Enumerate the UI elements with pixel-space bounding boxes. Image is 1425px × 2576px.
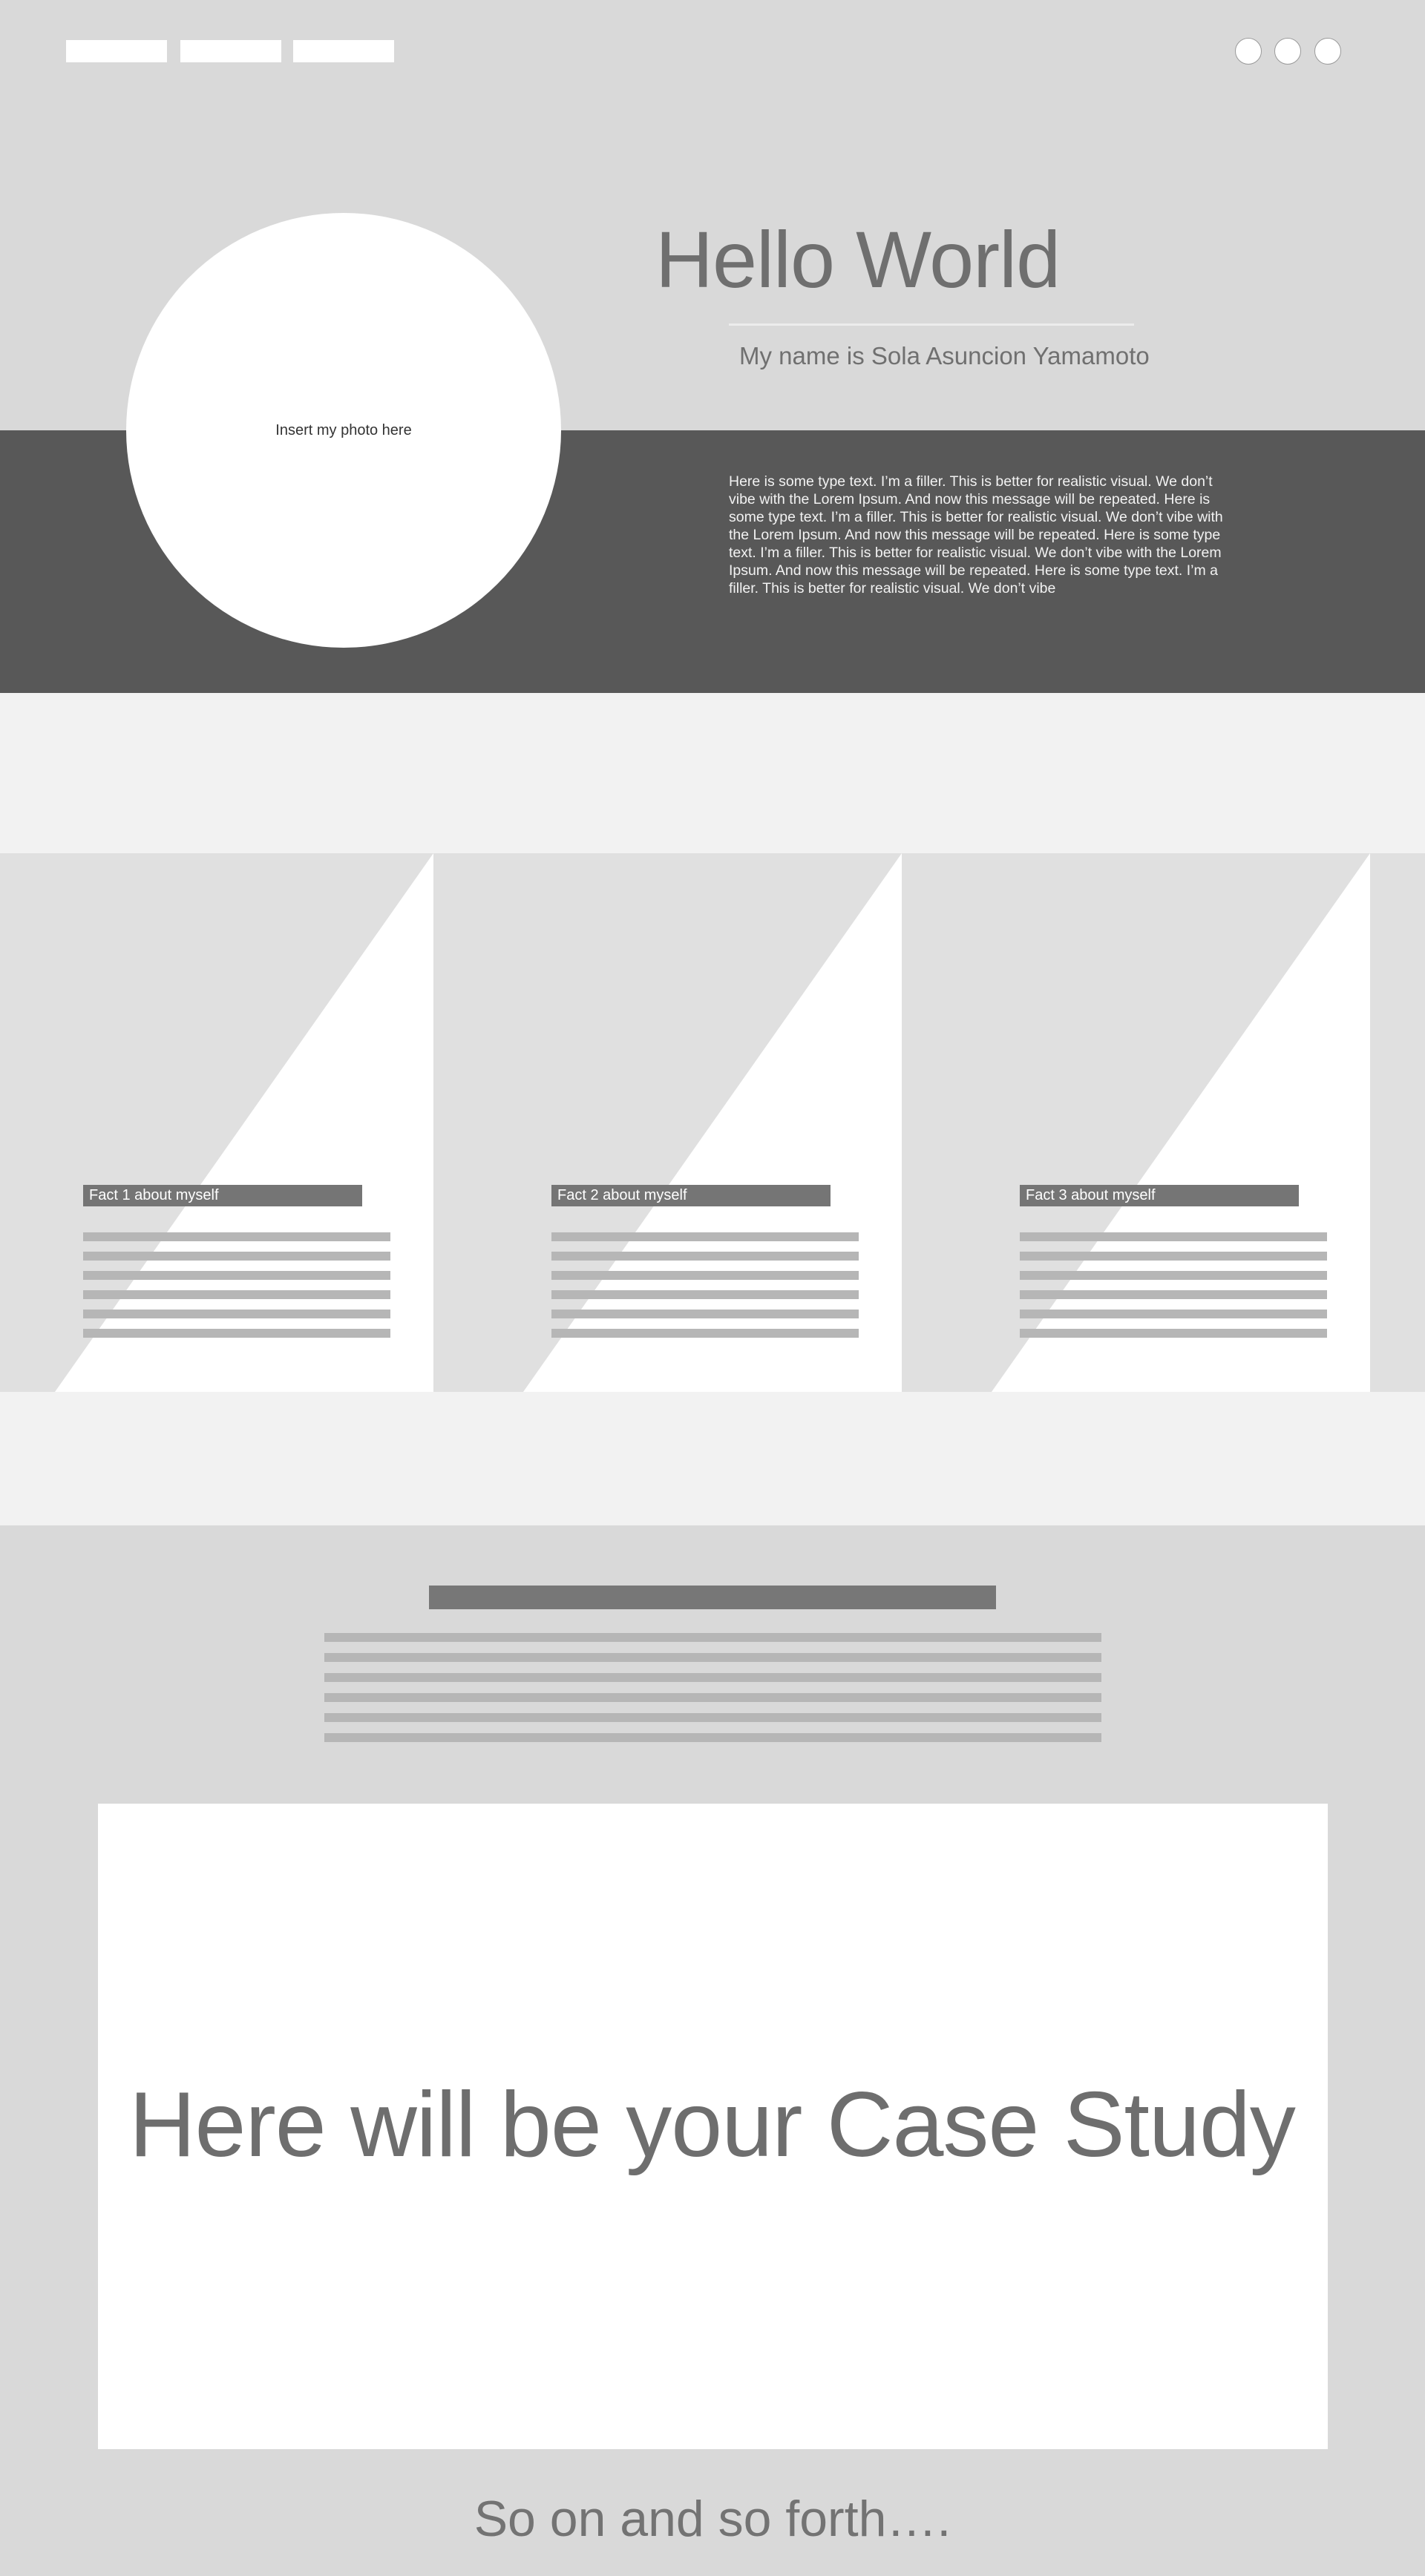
fact-title: Fact 2 about myself [551,1185,831,1206]
text-placeholder-line [324,1713,1101,1722]
text-placeholder-line [83,1271,390,1280]
text-placeholder-line [1020,1271,1327,1280]
nav-item-2[interactable] [180,40,281,62]
text-placeholder-line [1020,1290,1327,1299]
social-icon-2[interactable] [1274,38,1301,65]
hero-title: Hello World [655,214,1061,304]
text-placeholder-line [83,1290,390,1299]
case-study-title: Here will be your Case Study [129,2074,1296,2176]
footer-text: So on and so forth…. [474,2491,951,2547]
text-placeholder-line [324,1693,1101,1702]
text-placeholder-line [324,1733,1101,1742]
text-placeholder-line [551,1310,859,1318]
text-placeholder-line [324,1633,1101,1642]
text-placeholder-line [1020,1232,1327,1241]
text-placeholder-line [551,1329,859,1338]
text-placeholder-line [551,1252,859,1261]
text-placeholder-line [551,1271,859,1280]
hero-subtitle: My name is Sola Asuncion Yamamoto [739,342,1150,369]
text-placeholder-line [1020,1329,1327,1338]
text-placeholder-line [83,1329,390,1338]
text-placeholder-line [551,1290,859,1299]
nav-item-1[interactable] [66,40,167,62]
profile-photo-placeholder[interactable]: Insert my photo here [126,213,561,648]
text-placeholder-line [324,1653,1101,1662]
text-placeholder-line [1020,1252,1327,1261]
text-placeholder-line [324,1673,1101,1682]
hero-divider [729,323,1134,326]
text-placeholder-line [83,1252,390,1261]
fact-card-1[interactable]: Fact 1 about myself [55,853,433,1392]
social-icon-1[interactable] [1235,38,1262,65]
text-placeholder-line [1020,1310,1327,1318]
text-placeholder-line [83,1310,390,1318]
spacer-band-bottom [0,1392,1425,1525]
fact-card-3[interactable]: Fact 3 about myself [992,853,1370,1392]
social-icon-3[interactable] [1314,38,1341,65]
text-placeholder-line [551,1232,859,1241]
hero-body-text: Here is some type text. I’m a filler. Th… [729,473,1223,597]
text-placeholder-line [83,1232,390,1241]
fact-card-2[interactable]: Fact 2 about myself [523,853,902,1392]
photo-placeholder-label: Insert my photo here [275,421,412,438]
about-title-placeholder [429,1586,996,1609]
fact-title: Fact 1 about myself [83,1185,362,1206]
spacer-band-top [0,693,1425,853]
nav-item-3[interactable] [293,40,394,62]
fact-title: Fact 3 about myself [1020,1185,1299,1206]
